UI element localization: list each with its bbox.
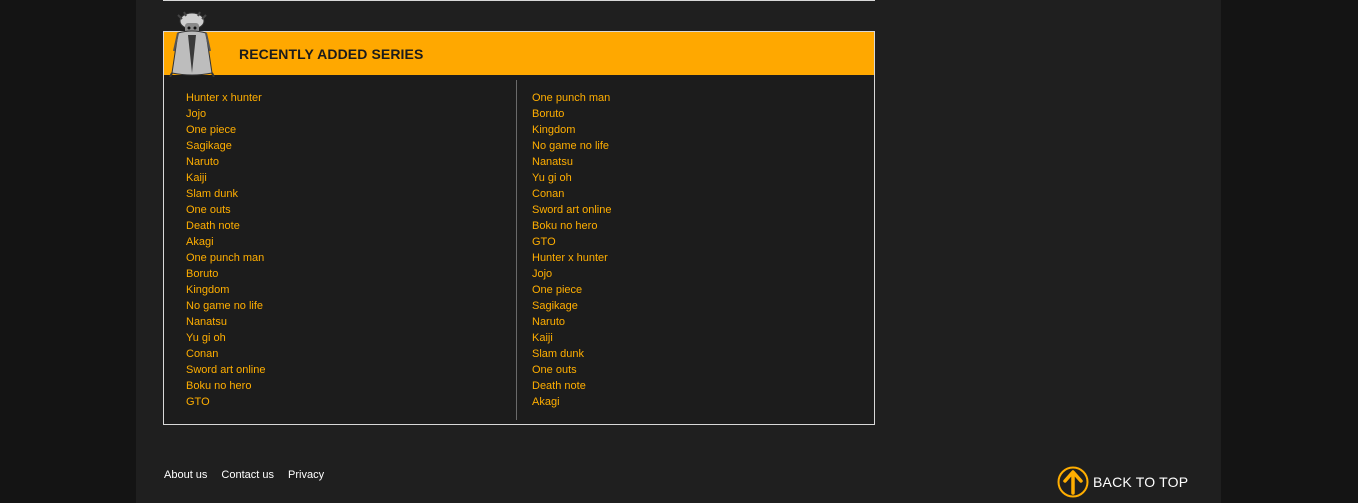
contact-us-link[interactable]: Contact us — [221, 469, 274, 481]
series-link[interactable]: Kingdom — [186, 282, 266, 298]
series-link[interactable]: Sword art online — [186, 362, 266, 378]
series-link[interactable]: One outs — [186, 202, 266, 218]
series-link[interactable]: Akagi — [186, 234, 266, 250]
back-to-top-label: BACK TO TOP — [1093, 474, 1189, 490]
series-link[interactable]: Death note — [532, 378, 612, 394]
series-link[interactable]: Naruto — [186, 154, 266, 170]
series-link[interactable]: One punch man — [186, 250, 266, 266]
series-link[interactable]: One piece — [186, 122, 266, 138]
panel-header: RECENTLY ADDED SERIES — [164, 11, 874, 77]
panel-title: RECENTLY ADDED SERIES — [239, 46, 424, 62]
series-link[interactable]: Boku no hero — [186, 378, 266, 394]
previous-section-box — [163, 0, 875, 1]
series-link[interactable]: Boku no hero — [532, 218, 612, 234]
mascot-icon — [169, 11, 215, 77]
series-link[interactable]: One piece — [532, 282, 612, 298]
series-link[interactable]: Boruto — [532, 106, 612, 122]
series-link[interactable]: Naruto — [532, 314, 612, 330]
series-link[interactable]: Slam dunk — [186, 186, 266, 202]
series-link[interactable]: Hunter x hunter — [186, 90, 266, 106]
series-link[interactable]: Nanatsu — [532, 154, 612, 170]
series-link[interactable]: Yu gi oh — [532, 170, 612, 186]
series-link[interactable]: Jojo — [532, 266, 612, 282]
series-link[interactable]: Conan — [186, 346, 266, 362]
footer-links: About us Contact us Privacy — [164, 469, 324, 481]
series-link[interactable]: No game no life — [186, 298, 266, 314]
series-link[interactable]: Kaiji — [186, 170, 266, 186]
series-link[interactable]: Hunter x hunter — [532, 250, 612, 266]
series-link[interactable]: Akagi — [532, 394, 612, 410]
page-content: RECENTLY ADDED SERIES Hunter x hunter Joj… — [136, 0, 1221, 503]
back-to-top-button[interactable]: BACK TO TOP — [1057, 466, 1188, 498]
about-us-link[interactable]: About us — [164, 469, 207, 481]
series-list-right: One punch man Boruto Kingdom No game no lif… — [532, 90, 612, 410]
series-link[interactable]: Nanatsu — [186, 314, 266, 330]
series-link[interactable]: Sagikage — [186, 138, 266, 154]
series-link[interactable]: Sword art online — [532, 202, 612, 218]
series-link[interactable]: One punch man — [532, 90, 612, 106]
series-link[interactable]: GTO — [532, 234, 612, 250]
series-link[interactable]: Death note — [186, 218, 266, 234]
series-link[interactable]: Yu gi oh — [186, 330, 266, 346]
series-link[interactable]: Kingdom — [532, 122, 612, 138]
series-list-left: Hunter x hunter Jojo One piece Sagikage Naru… — [186, 90, 266, 410]
series-link[interactable]: One outs — [532, 362, 612, 378]
series-link[interactable]: Sagikage — [532, 298, 612, 314]
recently-added-panel: RECENTLY ADDED SERIES Hunter x hunter Joj… — [163, 11, 875, 425]
column-divider — [516, 80, 517, 420]
series-link[interactable]: Kaiji — [532, 330, 612, 346]
series-link[interactable]: Conan — [532, 186, 612, 202]
series-link[interactable]: Slam dunk — [532, 346, 612, 362]
series-link[interactable]: Jojo — [186, 106, 266, 122]
arrow-up-circle-icon — [1057, 466, 1089, 498]
privacy-link[interactable]: Privacy — [288, 469, 324, 481]
series-link[interactable]: Boruto — [186, 266, 266, 282]
series-link[interactable]: GTO — [186, 394, 266, 410]
series-link[interactable]: No game no life — [532, 138, 612, 154]
